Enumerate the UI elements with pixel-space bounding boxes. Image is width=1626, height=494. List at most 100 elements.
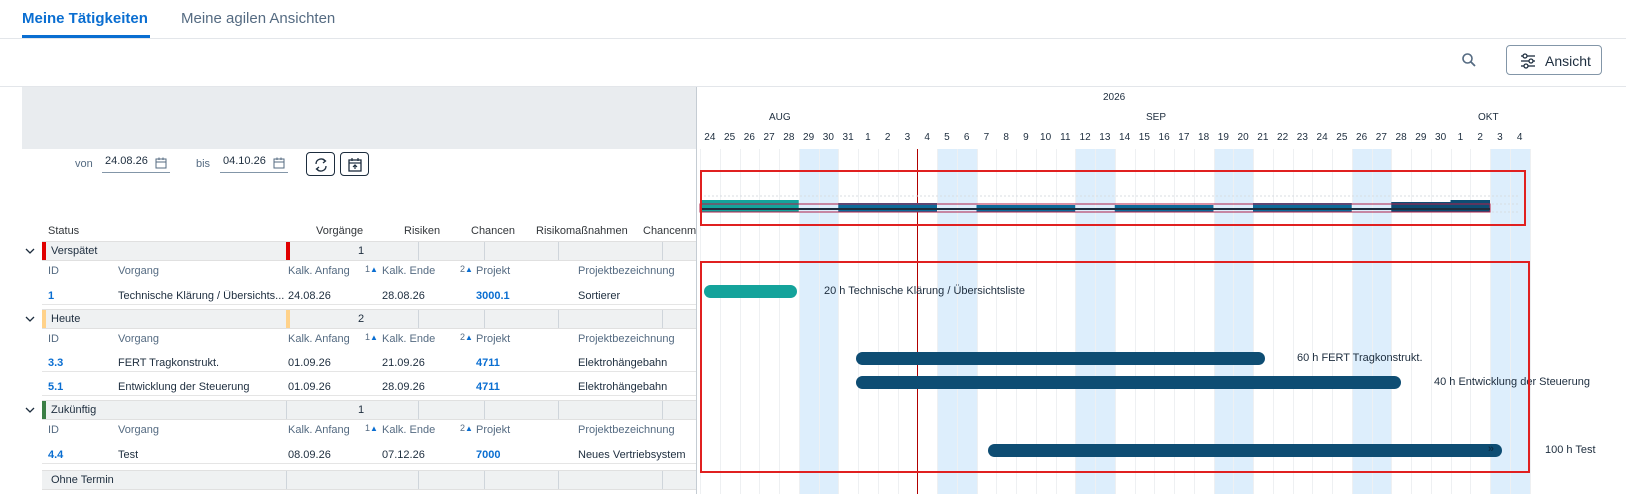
column-header-chancenmassnahmen[interactable]: Chancenm (643, 225, 696, 237)
timeline-day: 26 (1356, 132, 1368, 143)
timeline-month-sep: SEP (1146, 112, 1167, 123)
timeline-day: 14 (1119, 132, 1131, 143)
timeline-day: 22 (1277, 132, 1289, 143)
column-header-vorgaenge[interactable]: Vorgänge (316, 225, 363, 237)
timeline-day: 30 (1435, 132, 1447, 143)
subheader-id: ID (48, 265, 59, 277)
gantt-bar-label: 100 h Test (1545, 444, 1596, 456)
timeline-day: 28 (1395, 132, 1407, 143)
tab-meine-agilen-ansichten[interactable]: Meine agilen Ansichten (181, 10, 335, 27)
column-header-risikomassnahmen[interactable]: Risikomaßnahmen (536, 225, 628, 237)
toolbar (0, 38, 1626, 87)
subheader-kalk-anfang: Kalk. Anfang (288, 424, 350, 436)
timeline-day: 4 (924, 132, 930, 143)
row-divider (42, 463, 696, 464)
calendar-icon[interactable] (155, 157, 167, 169)
timeline-day: 24 (704, 132, 716, 143)
task-id-link[interactable]: 4.4 (48, 449, 63, 461)
task-vorgang: Test (118, 449, 139, 461)
splitter[interactable] (696, 87, 697, 494)
group-header[interactable]: Ohne Termin (42, 470, 696, 490)
subheader-kalk-anfang: Kalk. Anfang (288, 333, 350, 345)
project-link[interactable]: 4711 (476, 381, 500, 393)
group-label: Ohne Termin (51, 474, 114, 486)
timeline-day: 21 (1257, 132, 1269, 143)
sort-ascending-icon: ▲ (465, 333, 473, 342)
timeline-day: 9 (1023, 132, 1029, 143)
timeline-day: 13 (1099, 132, 1111, 143)
group-header[interactable]: Verspätet 1 (42, 241, 696, 261)
column-header-risiken[interactable]: Risiken (404, 225, 440, 237)
from-label: von (75, 158, 93, 170)
task-vorgang: FERT Tragkonstrukt. (118, 357, 220, 369)
timeline-day: 1 (1457, 132, 1464, 143)
timeline-day: 4 (1516, 132, 1523, 143)
timeline-day: 10 (1040, 132, 1052, 143)
refresh-icon (315, 158, 327, 172)
project-link[interactable]: 3000.1 (476, 290, 510, 302)
column-header-chancen[interactable]: Chancen (471, 225, 515, 237)
column-header-status[interactable]: Status (48, 225, 79, 237)
task-kalk-anfang: 24.08.26 (288, 290, 331, 302)
calendar-icon[interactable] (273, 157, 285, 169)
row-divider (42, 371, 696, 372)
subheader-kalk-ende: Kalk. Ende (382, 333, 436, 345)
group-count-marker (286, 242, 290, 260)
group-cell-divider (418, 310, 419, 328)
timeline-year: 2026 (1103, 92, 1126, 103)
subheader-projekt: Projekt (476, 333, 511, 345)
sort-ascending-icon: ▲ (465, 265, 473, 274)
refresh-button[interactable] (306, 152, 335, 176)
timeline-day: 27 (763, 132, 775, 143)
timeline-day: 19 (1217, 132, 1229, 143)
group-header[interactable]: Zukünftig 1 (42, 400, 696, 420)
timeline-day: 7 (983, 132, 990, 143)
timeline-day: 28 (783, 132, 795, 143)
timeline-day: 25 (724, 132, 736, 143)
sort-indicator: 2▲ (460, 264, 473, 274)
view-button[interactable]: Ansicht (1506, 45, 1602, 75)
subheader-projekt: Projekt (476, 424, 511, 436)
task-vorgang: Technische Klärung / Übersichts... (118, 290, 284, 302)
project-link[interactable]: 4711 (476, 357, 500, 369)
group-cell-divider (662, 310, 663, 328)
timeline-day: 2 (884, 132, 891, 143)
sliders-icon (1521, 53, 1535, 69)
task-id-link[interactable]: 1 (48, 290, 54, 302)
timeline-day: 26 (743, 132, 755, 143)
timeline-day: 6 (963, 132, 970, 143)
group-status-color (42, 471, 46, 489)
chevron-down-icon[interactable] (25, 314, 35, 324)
task-kalk-anfang: 01.09.26 (288, 357, 331, 369)
task-kalk-anfang: 08.09.26 (288, 449, 331, 461)
search-icon[interactable] (1461, 52, 1483, 74)
timeline-day: 15 (1138, 132, 1150, 143)
group-cell-divider (558, 401, 559, 419)
group-header[interactable]: Heute 2 (42, 309, 696, 329)
timeline-day: 11 (1060, 132, 1071, 143)
subheader-vorgang: Vorgang (118, 333, 159, 345)
task-id-link[interactable]: 5.1 (48, 381, 63, 393)
sort-indicator: 1▲ (365, 332, 378, 342)
task-projektbezeichnung: Elektrohängebahn (578, 381, 668, 393)
highlight-box-gantt (700, 261, 1530, 473)
subheader-projektbezeichnung: Projektbezeichnung (578, 424, 675, 436)
timeline-day: 29 (803, 132, 815, 143)
calendar-today-button[interactable] (340, 152, 369, 176)
project-link[interactable]: 7000 (476, 449, 500, 461)
subheader-kalk-anfang: Kalk. Anfang (288, 265, 350, 277)
task-projektbezeichnung: Sortierer (578, 290, 621, 302)
group-cell-divider (662, 471, 663, 489)
tab-meine-taetigkeiten[interactable]: Meine Tätigkeiten (22, 10, 148, 27)
group-count: 1 (358, 245, 365, 257)
chevron-down-icon[interactable] (25, 405, 35, 415)
group-label: Zukünftig (51, 404, 97, 416)
chevron-down-icon[interactable] (25, 246, 35, 256)
task-id-link[interactable]: 3.3 (48, 357, 63, 369)
timeline-day: 18 (1198, 132, 1210, 143)
timeline-day: 3 (1497, 132, 1503, 143)
task-kalk-ende: 21.09.26 (382, 357, 425, 369)
timeline-day: 25 (1336, 132, 1348, 143)
timeline-day: 24 (1316, 132, 1328, 143)
subheader-vorgang: Vorgang (118, 265, 159, 277)
